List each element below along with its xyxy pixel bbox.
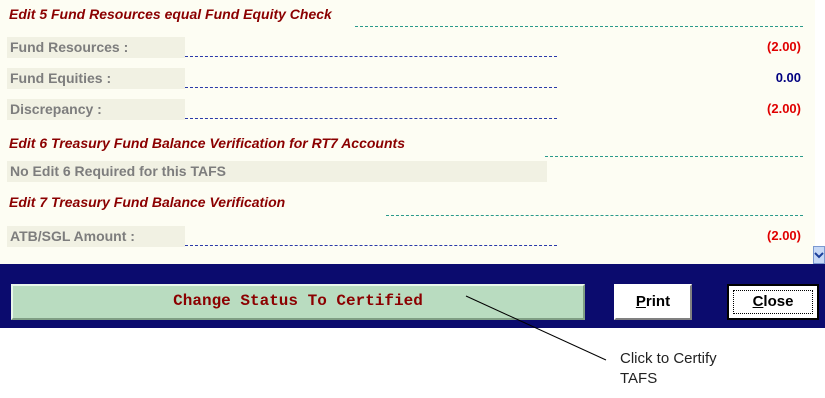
callout-annotation: Click to Certify TAFS [620,349,780,389]
callout-line-1: Click to Certify [620,350,717,367]
callout-pointer-line [465,295,607,361]
callout-line-2: TAFS [620,370,658,387]
